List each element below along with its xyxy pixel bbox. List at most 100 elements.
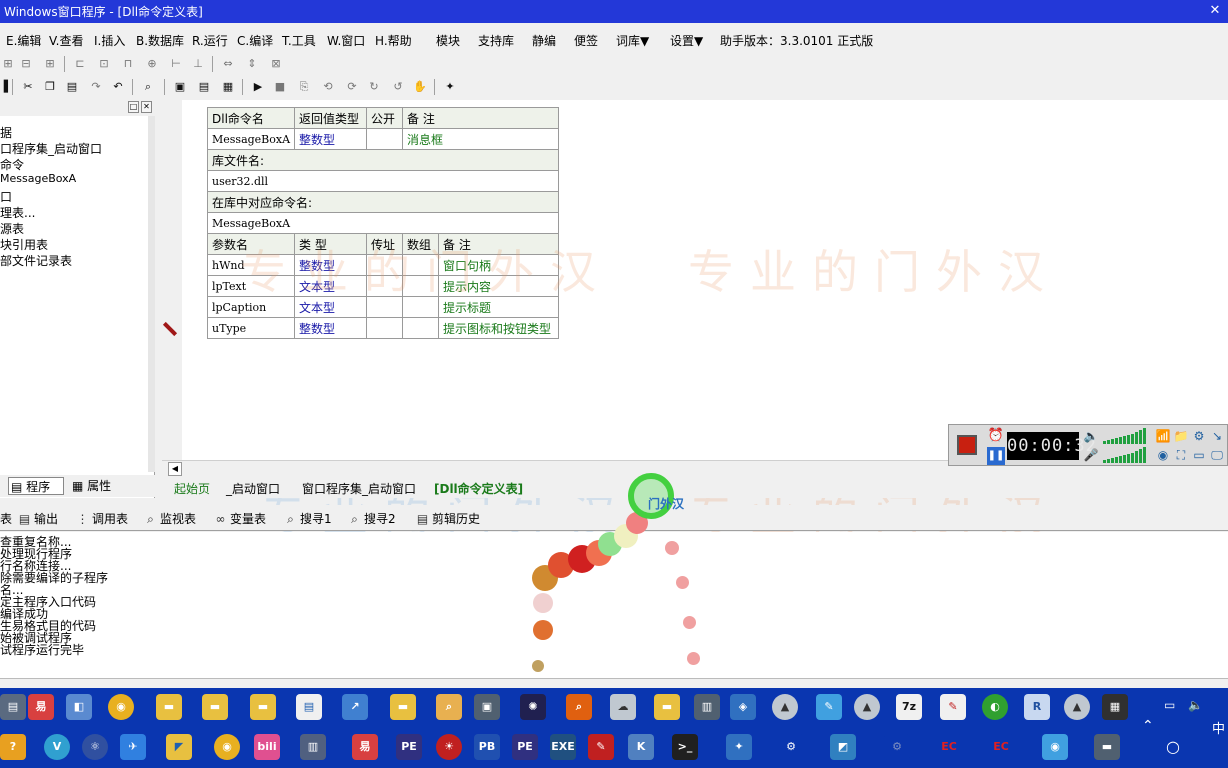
gear-icon[interactable]: ⚙: [884, 734, 910, 760]
app-icon[interactable]: ⌕: [436, 694, 462, 720]
align-center-icon[interactable]: ⊡: [96, 56, 112, 72]
layout-icon[interactable]: ▤: [196, 79, 212, 95]
app-icon[interactable]: 易: [28, 694, 54, 720]
tab-start-page[interactable]: 起始页: [174, 480, 210, 497]
note-cell[interactable]: 消息框: [402, 128, 560, 150]
app-icon[interactable]: ✎: [816, 694, 842, 720]
align-icon[interactable]: ⊞: [0, 56, 16, 72]
folder-icon[interactable]: ▬: [156, 694, 182, 720]
app-icon[interactable]: ☀: [436, 734, 462, 760]
param-byref-cell[interactable]: [366, 317, 404, 339]
menu-support-lib[interactable]: 支持库: [478, 32, 514, 49]
stop-icon[interactable]: ■: [272, 79, 288, 95]
scroll-left-icon[interactable]: ◀: [168, 462, 182, 476]
step-icon[interactable]: ⟲: [320, 79, 336, 95]
tree-item[interactable]: 理表...: [0, 204, 35, 221]
input-method[interactable]: 中: [1212, 718, 1225, 737]
tree-item[interactable]: 口程序集_启动窗口: [0, 140, 102, 157]
camera-icon[interactable]: ◉: [1042, 734, 1068, 760]
tab-output[interactable]: ▤ 输出: [18, 510, 58, 527]
tree-item[interactable]: 部文件记录表: [0, 252, 72, 269]
folder-icon[interactable]: ▬: [390, 694, 416, 720]
app-icon[interactable]: EC: [936, 734, 962, 760]
app-icon[interactable]: PB: [474, 734, 500, 760]
tree-item[interactable]: 命令: [0, 156, 24, 173]
tab-call-table[interactable]: ⋮ 调用表: [76, 510, 129, 527]
app-icon[interactable]: ↗: [342, 694, 368, 720]
tree-item[interactable]: 口: [0, 188, 12, 205]
speaker-icon[interactable]: 🔈: [1083, 428, 1099, 444]
panel-scrollbar[interactable]: [148, 116, 155, 472]
align-left-icon[interactable]: ⊏: [72, 56, 88, 72]
menu-notes[interactable]: 便签: [574, 32, 598, 49]
app-icon[interactable]: R: [1024, 694, 1050, 720]
table-row[interactable]: MessageBoxA: [206, 212, 560, 234]
network-icon[interactable]: 📶: [1155, 428, 1171, 444]
tab-search1[interactable]: ⌕ 搜寻1: [284, 510, 332, 527]
align-middle-icon[interactable]: ⊕: [144, 56, 160, 72]
undo-icon[interactable]: ↶: [110, 79, 126, 95]
volume-tray-icon[interactable]: 🔈: [1188, 698, 1203, 712]
app-icon[interactable]: PE: [512, 734, 538, 760]
lib-value-cell[interactable]: user32.dll: [206, 170, 560, 192]
record-button[interactable]: [957, 435, 977, 455]
align-icon[interactable]: ⊟: [18, 56, 34, 72]
tab-properties[interactable]: ▦ 属性: [70, 477, 124, 495]
layout-icon[interactable]: ▣: [172, 79, 188, 95]
app-icon[interactable]: ▲: [772, 694, 798, 720]
app-icon[interactable]: ✎: [588, 734, 614, 760]
debug-icon[interactable]: ⎘: [296, 79, 312, 95]
app-icon[interactable]: bili: [254, 734, 280, 760]
record-tray-icon[interactable]: ○: [1160, 734, 1186, 760]
app-icon[interactable]: ◤: [166, 734, 192, 760]
app-icon[interactable]: ☁: [610, 694, 636, 720]
tab-watch[interactable]: ⌕ 监视表: [144, 510, 196, 527]
app-icon[interactable]: ▲: [1064, 694, 1090, 720]
folder-icon[interactable]: 📁: [1173, 428, 1189, 444]
tab-clip-history[interactable]: ▤ 剪辑历史: [416, 510, 480, 527]
align-icon[interactable]: ⊞: [42, 56, 58, 72]
param-name-cell[interactable]: uType: [206, 317, 296, 339]
paste-icon[interactable]: ▤: [64, 79, 80, 95]
return-type-cell[interactable]: 整数型: [294, 128, 368, 150]
table-row[interactable]: user32.dll: [206, 170, 560, 192]
tab-window-assembly[interactable]: 窗口程序集_启动窗口: [302, 480, 416, 497]
alarm-clock-icon[interactable]: ⏰: [987, 427, 1005, 445]
layout-icon[interactable]: ▦: [220, 79, 236, 95]
app-icon[interactable]: ▥: [300, 734, 326, 760]
public-cell[interactable]: [366, 128, 404, 150]
gear-icon[interactable]: ⚙: [778, 734, 804, 760]
spacing-icon[interactable]: ⊢: [168, 56, 184, 72]
film-icon[interactable]: ▥: [694, 694, 720, 720]
dll-name-cell[interactable]: MessageBoxA: [206, 128, 296, 150]
size-height-icon[interactable]: ⇕: [244, 56, 260, 72]
app-icon[interactable]: ✈: [120, 734, 146, 760]
size-width-icon[interactable]: ⇔: [220, 56, 236, 72]
folder-icon[interactable]: ▬: [250, 694, 276, 720]
network-tray-icon[interactable]: ▭: [1164, 698, 1175, 712]
window-icon[interactable]: ▭: [1191, 447, 1207, 463]
step-out-icon[interactable]: ↻: [366, 79, 382, 95]
assistant-icon[interactable]: ✦: [442, 79, 458, 95]
menu-view[interactable]: V.查看: [49, 32, 83, 49]
cmd-value-cell[interactable]: MessageBoxA: [206, 212, 560, 234]
app-icon[interactable]: ▬: [1094, 734, 1120, 760]
tab-dll-table[interactable]: [Dll命令定义表]: [434, 480, 523, 497]
tree-item[interactable]: MessageBoxA: [0, 172, 76, 185]
run-icon[interactable]: ▶: [250, 79, 266, 95]
collapse-icon[interactable]: ↘: [1209, 428, 1225, 444]
chrome-icon[interactable]: ◉: [214, 734, 240, 760]
volume-meter[interactable]: [1103, 428, 1151, 444]
param-array-cell[interactable]: [402, 317, 440, 339]
hand-icon[interactable]: ✋: [412, 79, 428, 95]
app-icon[interactable]: ✎: [940, 694, 966, 720]
folder-icon[interactable]: ▬: [202, 694, 228, 720]
breakpoint-icon[interactable]: ↺: [390, 79, 406, 95]
7zip-icon[interactable]: 7z: [896, 694, 922, 720]
chevron-up-icon[interactable]: ⌃: [1142, 718, 1154, 734]
table-row[interactable]: uType 整数型 提示图标和按钮类型: [206, 317, 560, 339]
menu-run[interactable]: R.运行: [192, 32, 228, 49]
folder-icon[interactable]: ▬: [654, 694, 680, 720]
menu-compile[interactable]: C.编译: [237, 32, 273, 49]
app-icon[interactable]: 易: [352, 734, 378, 760]
